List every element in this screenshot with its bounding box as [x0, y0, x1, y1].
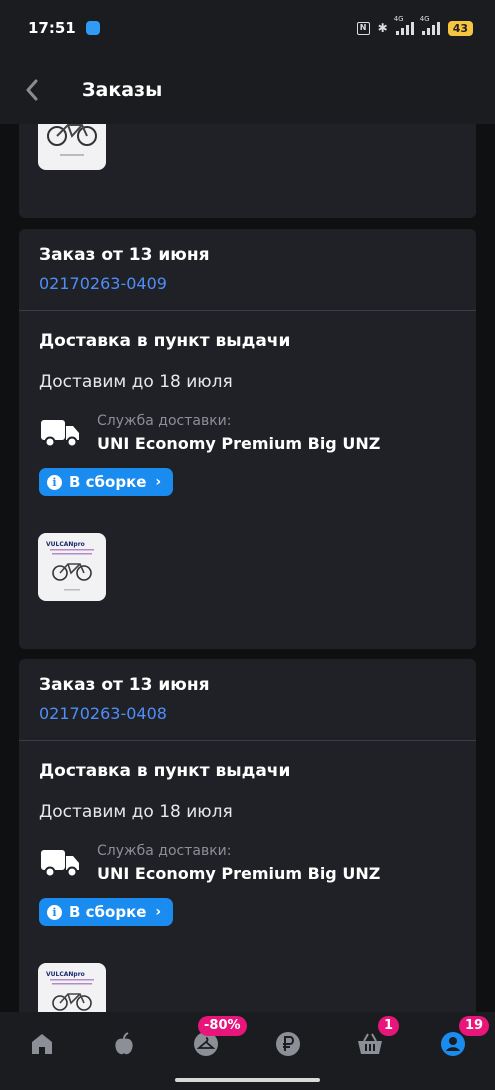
order-card[interactable]: Заказ от 13 июня 02170263-0409 Доставка …: [19, 229, 476, 649]
delivery-service-label: Служба доставки:: [97, 843, 232, 859]
signal-icon-2: 4G: [420, 15, 440, 35]
delivery-type: Доставка в пункт выдачи: [39, 331, 291, 351]
home-indicator[interactable]: [175, 1078, 320, 1082]
nav-home[interactable]: [17, 1026, 67, 1062]
truck-icon: [41, 850, 79, 878]
delivery-service-label: Служба доставки:: [97, 413, 232, 429]
order-card[interactable]: Заказ от 13 июня 02170263-0408 Доставка …: [19, 659, 476, 1012]
battery-indicator: 43: [447, 20, 473, 36]
order-status-button[interactable]: i В сборке ›: [39, 468, 174, 496]
bicycle-icon: [47, 124, 97, 156]
truck-icon: [41, 420, 79, 448]
sale-badge: -80%: [198, 1016, 247, 1036]
profile-badge: 19: [459, 1016, 490, 1036]
chevron-right-icon: ›: [155, 904, 162, 920]
delivery-date: Доставим до 18 июля: [39, 372, 233, 392]
svg-text:VULCANpro: VULCANpro: [46, 971, 85, 978]
product-thumbnail[interactable]: VULCANpro: [38, 533, 106, 601]
divider: [19, 740, 476, 741]
home-icon: [32, 1034, 52, 1054]
svg-text:VULCANpro: VULCANpro: [46, 541, 85, 548]
cart-badge: 1: [378, 1016, 400, 1036]
delivery-service-name: UNI Economy Premium Big UNZ: [97, 864, 381, 883]
bicycle-product-image: VULCANpro: [46, 971, 94, 1011]
order-number-link[interactable]: 02170263-0408: [39, 704, 167, 723]
delivery-date: Доставим до 18 июля: [39, 802, 233, 822]
bicycle-product-image: VULCANpro: [46, 541, 94, 591]
delivery-service-name: UNI Economy Premium Big UNZ: [97, 434, 381, 453]
status-time: 17:51: [28, 19, 76, 37]
status-label: В сборке: [69, 903, 147, 921]
order-title: Заказ от 13 июня: [39, 245, 210, 265]
info-icon: i: [47, 474, 62, 490]
info-icon: i: [47, 904, 62, 920]
nav-payments[interactable]: [263, 1026, 313, 1062]
orders-list[interactable]: Заказ от 13 июня 02170263-0409 Доставка …: [0, 124, 495, 1012]
app-header: Заказы: [0, 56, 495, 124]
ruble-icon: [276, 1032, 300, 1056]
product-thumbnail[interactable]: VULCANpro: [38, 963, 106, 1012]
basket-icon: [358, 1033, 382, 1054]
chevron-right-icon: ›: [155, 474, 162, 490]
status-bar: 17:51 N ✱ 4G 4G 43: [0, 0, 495, 56]
profile-icon: [441, 1032, 465, 1056]
bluetooth-icon: ✱: [377, 21, 388, 35]
order-card-previous[interactable]: [19, 124, 476, 218]
order-number-link[interactable]: 02170263-0409: [39, 274, 167, 293]
status-label: В сборке: [69, 473, 147, 491]
page-title: Заказы: [82, 79, 163, 101]
chevron-left-icon: [26, 79, 38, 101]
nav-catalog[interactable]: [99, 1026, 149, 1062]
order-title: Заказ от 13 июня: [39, 675, 210, 695]
catalog-fruit-icon: [115, 1032, 133, 1055]
delivery-type: Доставка в пункт выдачи: [39, 761, 291, 781]
order-status-button[interactable]: i В сборке ›: [39, 898, 174, 926]
status-icons: N ✱ 4G 4G 43: [356, 15, 473, 36]
back-button[interactable]: [2, 56, 62, 124]
signal-icon-1: 4G: [394, 15, 414, 35]
notification-app-icon: [85, 21, 100, 35]
divider: [19, 310, 476, 311]
nfc-icon: N: [356, 21, 370, 35]
product-thumbnail[interactable]: [38, 124, 106, 170]
